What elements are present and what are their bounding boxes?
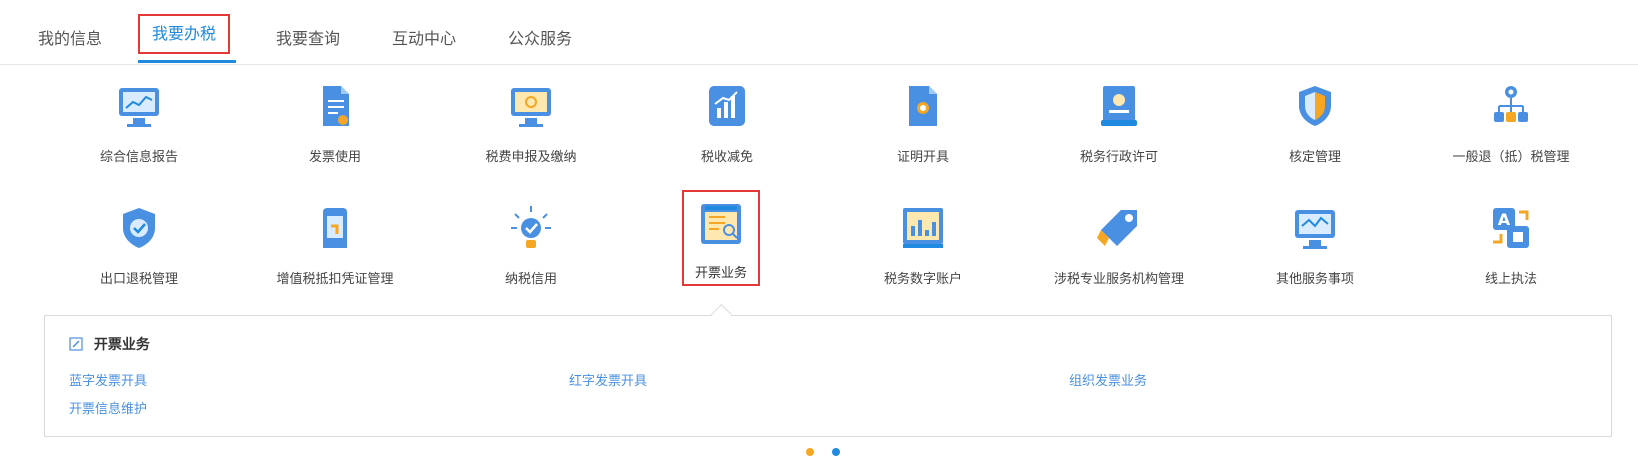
svg-text:A: A [1498,210,1511,229]
service-tile-export-refund[interactable]: 出口退税管理 [54,204,224,314]
service-label: 证明开具 [896,150,949,165]
service-label: 线上执法 [1484,272,1537,287]
service-label: 税务行政许可 [1079,150,1158,165]
service-label: 税务数字账户 [883,272,962,287]
service-label: 核定管理 [1288,150,1341,165]
tag-icon [1095,204,1143,252]
carousel-dots [806,448,846,458]
tab-interaction-center[interactable]: 互动中心 [380,22,468,56]
service-tile-certificate-issue[interactable]: 证明开具 [838,82,1008,192]
service-label: 开票业务 [694,266,747,281]
monitor-wave-icon [1291,204,1339,252]
link-invoice-info-maintenance[interactable]: 开票信息维护 [69,398,147,417]
link-blue-invoice[interactable]: 蓝字发票开具 [69,370,147,389]
monitor-icon [507,82,555,130]
shield-check-icon [115,204,163,252]
tab-my-info[interactable]: 我的信息 [26,22,114,56]
service-tile-other-services[interactable]: 其他服务事项 [1230,204,1400,314]
certificate-icon [899,82,947,130]
carousel-dot-2[interactable] [832,448,840,456]
panel-title: 开票业务 [69,334,150,354]
panel-title-text: 开票业务 [93,337,150,353]
service-label: 发票使用 [308,150,361,165]
license-icon [1095,82,1143,130]
lightbulb-icon [507,204,555,252]
translate-icon: A [1487,204,1535,252]
link-organize-invoice[interactable]: 组织发票业务 [1069,370,1147,389]
active-tab-underline [138,60,236,63]
service-label: 综合信息报告 [99,150,178,165]
service-tile-invoice-use[interactable]: 发票使用 [250,82,420,192]
service-tile-online-enforcement[interactable]: A 线上执法 [1426,204,1596,314]
service-label: 一般退（抵）税管理 [1452,150,1570,165]
service-tile-digital-account[interactable]: 税务数字账户 [838,204,1008,314]
edit-icon [69,337,83,351]
service-label: 涉税专业服务机构管理 [1053,272,1184,287]
shield-icon [1291,82,1339,130]
top-tab-bar: 我的信息 我要办税 我要查询 互动中心 公众服务 [0,0,1638,65]
org-tree-icon [1487,82,1535,130]
link-red-invoice[interactable]: 红字发票开具 [569,370,647,389]
document-icon [311,82,359,130]
service-tile-declare-and-pay[interactable]: 税费申报及缴纳 [446,82,616,192]
service-label: 税收减免 [700,150,753,165]
invoice-window-icon [697,200,745,248]
dashboard-icon [899,204,947,252]
service-tile-agency-management[interactable]: 涉税专业服务机构管理 [1034,204,1204,314]
service-tile-administrative-license[interactable]: 税务行政许可 [1034,82,1204,192]
service-label: 税费申报及缴纳 [485,150,577,165]
service-tile-comprehensive-report[interactable]: 综合信息报告 [54,82,224,192]
service-label: 其他服务事项 [1275,272,1354,287]
service-tile-invoicing[interactable]: 开票业务 [682,190,760,286]
invoicing-subpanel: 开票业务 蓝字发票开具 红字发票开具 组织发票业务 开票信息维护 [44,315,1612,437]
document-hand-icon [311,204,359,252]
service-tile-tax-reduction[interactable]: 税收减免 [642,82,812,192]
carousel-dot-1[interactable] [806,448,814,456]
service-label: 增值税抵扣凭证管理 [276,272,394,287]
monitor-chart-icon [115,82,163,130]
service-label: 出口退税管理 [99,272,178,287]
service-label: 纳税信用 [504,272,557,287]
tab-public-service[interactable]: 公众服务 [496,22,584,56]
service-tile-verification-management[interactable]: 核定管理 [1230,82,1400,192]
tab-query[interactable]: 我要查询 [264,22,352,56]
service-tile-refund-management[interactable]: 一般退（抵）税管理 [1426,82,1596,192]
tab-tax-handling[interactable]: 我要办税 [138,14,231,54]
service-tile-tax-credit[interactable]: 纳税信用 [446,204,616,314]
bar-chart-icon [703,82,751,130]
service-tile-vat-deduction[interactable]: 增值税抵扣凭证管理 [250,204,420,314]
